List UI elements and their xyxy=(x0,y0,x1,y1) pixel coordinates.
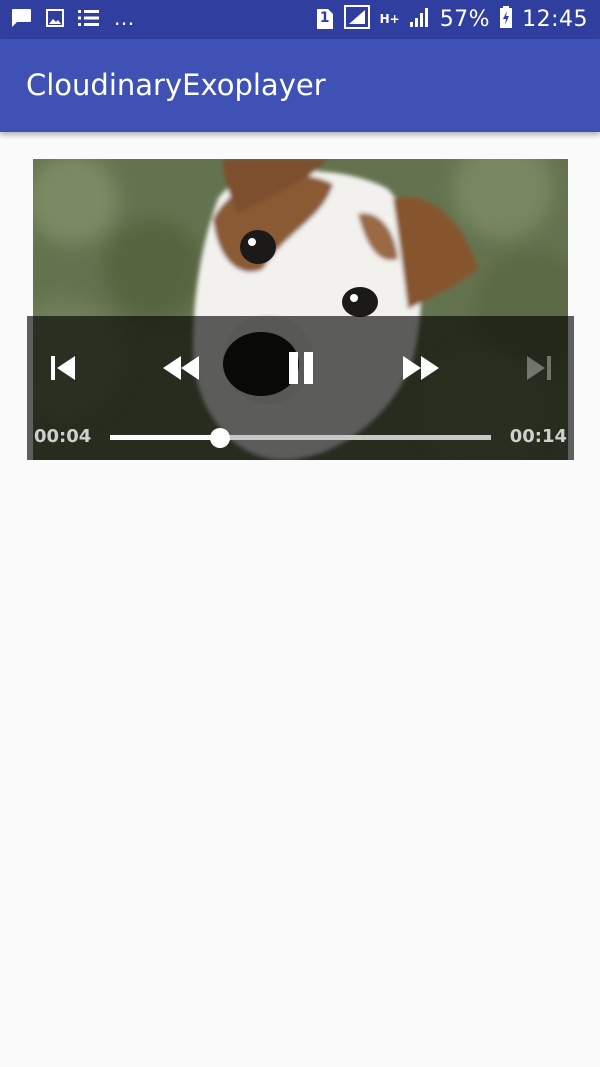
rewind-button[interactable] xyxy=(159,346,203,390)
previous-button[interactable] xyxy=(41,346,85,390)
chat-icon xyxy=(10,8,32,32)
battery-icon xyxy=(500,6,513,32)
position-time: 00:04 xyxy=(34,426,92,447)
next-button[interactable] xyxy=(517,346,561,390)
clock: 12:45 xyxy=(522,6,588,32)
pause-icon xyxy=(289,352,313,384)
list-icon xyxy=(78,9,100,31)
network-type: H+ xyxy=(379,12,400,26)
next-icon xyxy=(527,356,551,380)
cell-signal-icon xyxy=(409,6,430,32)
sim-icon: 1 xyxy=(316,8,334,30)
seek-bar[interactable] xyxy=(110,428,491,448)
player-controls: 00:04 00:14 xyxy=(27,316,574,460)
image-icon xyxy=(46,9,64,31)
pause-button[interactable] xyxy=(279,346,323,390)
seek-played xyxy=(110,435,221,440)
system-icons: 1 H+ 57% 12:45 xyxy=(316,5,588,33)
fast-forward-icon xyxy=(403,356,439,380)
rewind-icon xyxy=(163,356,199,380)
app-bar: CloudinaryExoplayer xyxy=(0,39,600,132)
status-bar: ... 1 H+ 57% 12:45 xyxy=(0,0,600,39)
app-title: CloudinaryExoplayer xyxy=(26,68,326,102)
more-notifications: ... xyxy=(114,6,135,30)
signal-icon xyxy=(343,5,370,33)
duration-time: 00:14 xyxy=(509,426,567,447)
sim-badge: 1 xyxy=(319,10,330,26)
battery-percent: 57% xyxy=(439,6,491,32)
notification-icons: ... xyxy=(10,8,135,32)
seek-thumb[interactable] xyxy=(210,428,231,448)
fast-forward-button[interactable] xyxy=(399,346,443,390)
previous-icon xyxy=(51,356,75,380)
